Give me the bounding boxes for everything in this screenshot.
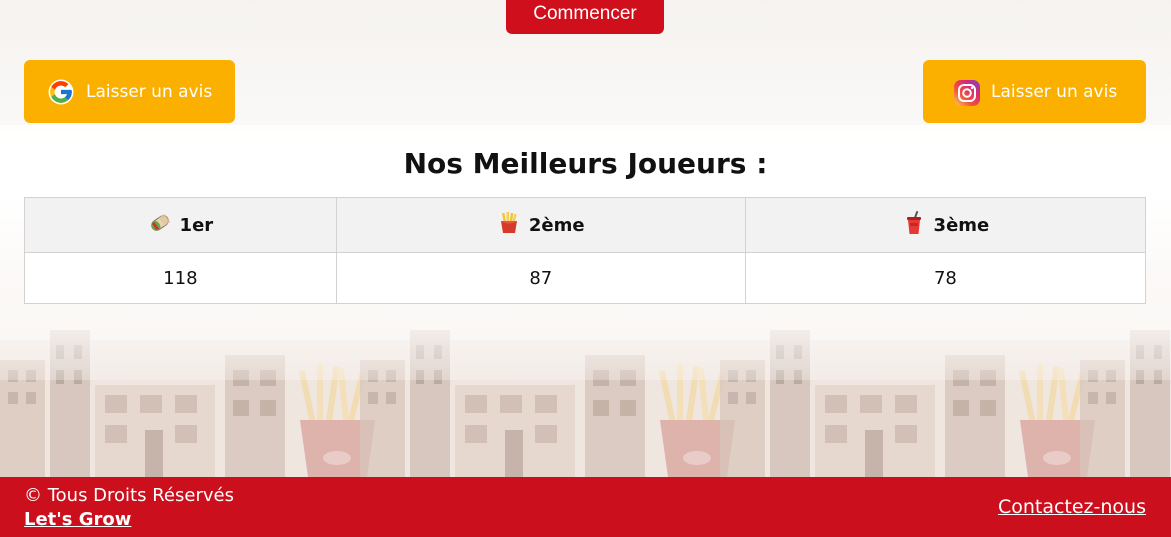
rank-1-label: 1er [179,214,214,236]
start-button-label: Commencer [533,3,637,24]
rank-3-label: 3ème [933,214,990,236]
instagram-review-label: Laisser un avis [991,81,1118,102]
google-review-button[interactable]: Laisser un avis [24,60,235,123]
rank-2-label: 2ème [528,214,585,236]
rank-1-score: 118 [24,252,337,304]
google-icon [48,79,74,105]
google-review-label: Laisser un avis [86,81,213,102]
rank-1-header: 1er [24,197,337,253]
footer: © Tous Droits Réservés Let's Grow Contac… [0,477,1171,537]
background-city-veil [0,300,1171,380]
rank-3-header: 3ème [744,197,1147,253]
rank-2-header: 2ème [335,197,746,253]
leaderboard-table: 1er 2ème 3ème 118 87 78 [24,197,1147,304]
instagram-review-button[interactable]: Laisser un avis [923,60,1146,123]
rank-2-score: 87 [335,252,746,304]
start-button[interactable]: Commencer [506,0,664,34]
leaderboard-title: Nos Meilleurs Joueurs : [403,147,768,180]
instagram-icon [953,79,980,106]
rank-3-score: 78 [744,252,1147,304]
fries-emoji-icon [497,211,521,240]
drink-cup-emoji-icon [902,210,926,240]
leaderboard-header-row: 1er 2ème 3ème [24,197,1147,253]
copyright-text: © Tous Droits Réservés [24,485,234,506]
brand-link[interactable]: Let's Grow [24,509,131,530]
leaderboard-score-row: 118 87 78 [24,252,1147,304]
contact-link[interactable]: Contactez-nous [998,496,1146,518]
wrap-emoji-icon [148,211,172,240]
page: Commencer Laisser un avis Laisser un avi… [0,0,1171,537]
